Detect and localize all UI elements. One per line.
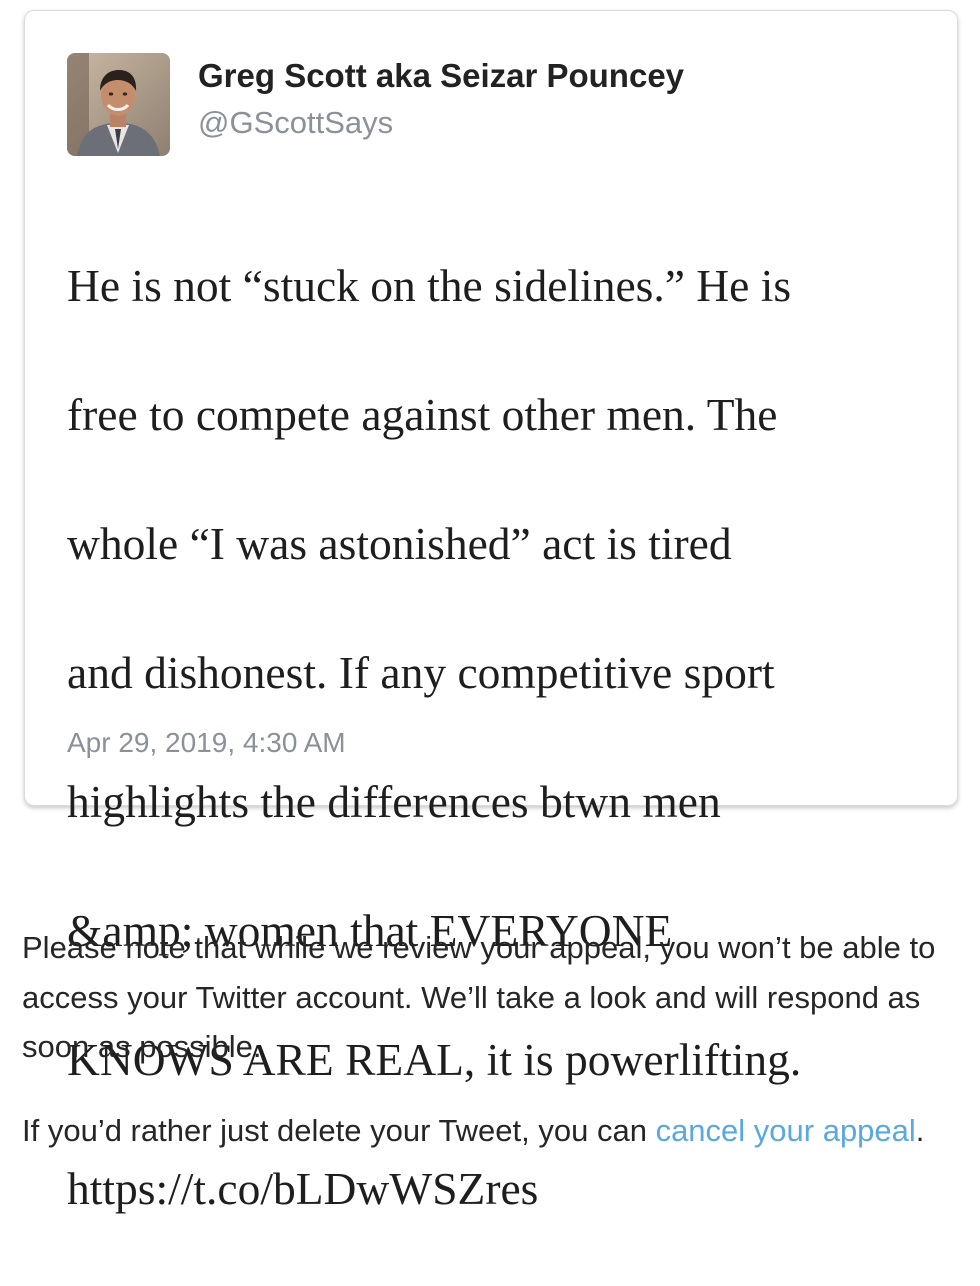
cancel-appeal-link[interactable]: cancel your appeal [656, 1113, 916, 1148]
author-handle[interactable]: @GScottSays [198, 105, 393, 141]
author-name[interactable]: Greg Scott aka Seizar Pouncey [198, 57, 684, 95]
tweet-text-line: highlights the differences btwn men [67, 775, 721, 827]
cancel-prefix: If you’d rather just delete your Tweet, … [22, 1113, 656, 1148]
avatar[interactable] [67, 53, 170, 156]
profile-photo-icon [67, 53, 170, 156]
tweet-text-line: whole “I was astonished” act is tired [67, 517, 732, 569]
tweet-text-line: free to compete against other men. The [67, 388, 778, 440]
appeal-notice: Please note that while we review your ap… [22, 930, 936, 1064]
tweet-text-line: and dishonest. If any competitive sport [67, 646, 775, 698]
tweet-text-line: He is not “stuck on the sidelines.” He i… [67, 259, 792, 311]
cancel-appeal-note: If you’d rather just delete your Tweet, … [22, 1106, 972, 1156]
tweet-timestamp[interactable]: Apr 29, 2019, 4:30 AM [67, 727, 346, 759]
tweet-url[interactable]: https://t.co/bLDwWSZres [67, 1157, 937, 1222]
cancel-suffix: . [915, 1113, 925, 1148]
tweet-card: Greg Scott aka Seizar Pouncey @GScottSay… [24, 10, 958, 1214]
